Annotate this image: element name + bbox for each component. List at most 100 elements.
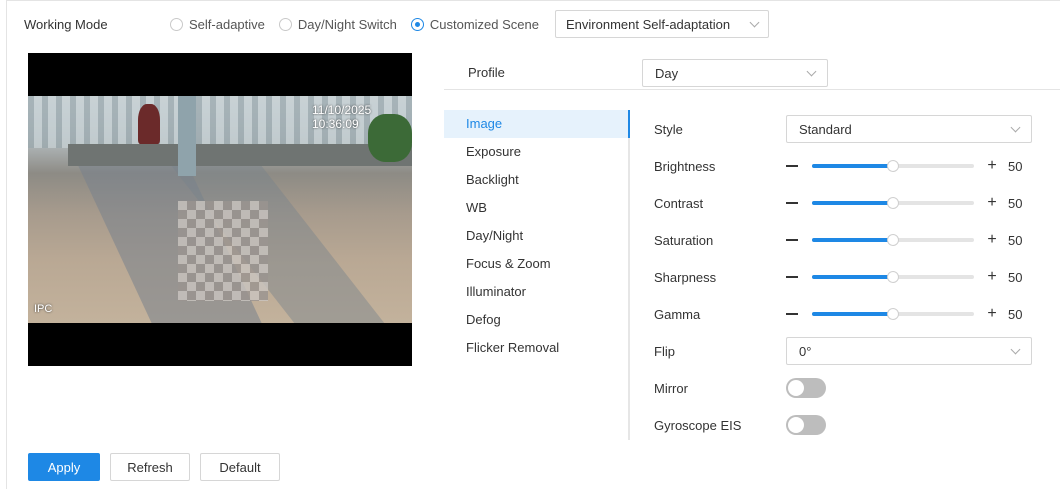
- saturation-value: 50: [1008, 232, 1023, 248]
- gamma-slider-track[interactable]: [812, 308, 974, 320]
- saturation-slider-track[interactable]: [812, 234, 974, 246]
- mirror-row: Mirror: [654, 374, 826, 402]
- gamma-slider-handle[interactable]: [887, 308, 899, 320]
- minus-icon[interactable]: [786, 276, 798, 278]
- radio-self-adaptive-label: Self-adaptive: [189, 16, 265, 32]
- osd-timestamp: 11/10/2025 10:36:09: [312, 103, 372, 131]
- profile-label: Profile: [468, 65, 505, 80]
- gamma-label: Gamma: [654, 306, 701, 322]
- radio-day-night-switch-label: Day/Night Switch: [297, 16, 397, 32]
- sharpness-slider-handle[interactable]: [887, 271, 899, 283]
- menu-item-wb[interactable]: WB: [444, 194, 628, 222]
- video-tree: [138, 104, 160, 144]
- apply-button[interactable]: Apply: [28, 453, 100, 481]
- gamma-slider-fill: [812, 312, 893, 316]
- contrast-row: Contrast + 50: [654, 189, 1022, 217]
- contrast-slider-track[interactable]: [812, 197, 974, 209]
- menu-item-backlight[interactable]: Backlight: [444, 166, 628, 194]
- gyroscope-eis-label: Gyroscope EIS: [654, 417, 742, 433]
- flip-select[interactable]: 0°: [786, 337, 1032, 365]
- saturation-row: Saturation + 50: [654, 226, 1022, 254]
- brightness-slider-handle[interactable]: [887, 160, 899, 172]
- radio-self-adaptive[interactable]: Self-adaptive: [170, 17, 265, 32]
- style-label: Style: [654, 121, 683, 137]
- brightness-slider: + 50: [786, 158, 1023, 174]
- sharpness-slider-track[interactable]: [812, 271, 974, 283]
- chevron-down-icon: [1010, 122, 1021, 132]
- radio-checked-icon: [410, 17, 424, 31]
- sharpness-row: Sharpness + 50: [654, 263, 1022, 291]
- flip-select-value: 0°: [799, 343, 812, 359]
- contrast-value: 50: [1008, 195, 1023, 211]
- style-select-value: Standard: [799, 121, 852, 137]
- brightness-label: Brightness: [654, 158, 716, 174]
- working-mode-row: Working Mode Self-adaptive Day/Night Swi…: [24, 10, 769, 38]
- chevron-down-icon: [749, 17, 760, 27]
- chevron-down-icon: [806, 66, 817, 76]
- video-road: [68, 144, 412, 166]
- video-pole: [178, 96, 196, 176]
- menu-item-day-night[interactable]: Day/Night: [444, 222, 628, 250]
- menu-item-exposure[interactable]: Exposure: [444, 138, 628, 166]
- menu-item-focus-zoom[interactable]: Focus & Zoom: [444, 250, 628, 278]
- minus-icon[interactable]: [786, 165, 798, 167]
- profile-row: Profile Day: [444, 56, 1060, 90]
- plus-icon[interactable]: +: [986, 269, 998, 285]
- settings-menu: Image Exposure Backlight WB Day/Night Fo…: [444, 110, 630, 440]
- radio-circle-icon: [170, 17, 183, 31]
- video-privacy-mosaic: [178, 201, 268, 301]
- gamma-slider: + 50: [786, 306, 1023, 322]
- sharpness-slider-fill: [812, 275, 893, 279]
- menu-item-defog[interactable]: Defog: [444, 306, 628, 334]
- minus-icon[interactable]: [786, 313, 798, 315]
- brightness-slider-track[interactable]: [812, 160, 974, 172]
- gyroscope-eis-row: Gyroscope EIS: [654, 411, 826, 439]
- menu-item-flicker-removal[interactable]: Flicker Removal: [444, 334, 628, 362]
- mirror-label: Mirror: [654, 380, 688, 396]
- default-button[interactable]: Default: [200, 453, 280, 481]
- gamma-value: 50: [1008, 306, 1023, 322]
- contrast-slider-handle[interactable]: [887, 197, 899, 209]
- profile-select[interactable]: Day: [642, 59, 828, 87]
- saturation-slider: + 50: [786, 232, 1023, 248]
- profile-select-value: Day: [655, 65, 679, 81]
- radio-customized-scene-label: Customized Scene: [429, 16, 539, 32]
- style-select[interactable]: Standard: [786, 115, 1032, 143]
- gamma-row: Gamma + 50: [654, 300, 1022, 328]
- scene-select[interactable]: Environment Self-adaptation: [555, 10, 769, 38]
- menu-item-illuminator[interactable]: Illuminator: [444, 278, 628, 306]
- scene-select-value: Environment Self-adaptation: [566, 16, 731, 32]
- saturation-slider-handle[interactable]: [887, 234, 899, 246]
- minus-icon[interactable]: [786, 239, 798, 241]
- working-mode-label: Working Mode: [24, 16, 108, 32]
- sharpness-label: Sharpness: [654, 269, 717, 285]
- osd-channel-name: IPC: [34, 303, 53, 315]
- flip-label: Flip: [654, 343, 675, 359]
- plus-icon[interactable]: +: [986, 232, 998, 248]
- plus-icon[interactable]: +: [986, 158, 998, 174]
- flip-row: Flip 0°: [654, 337, 1032, 365]
- sharpness-slider: + 50: [786, 269, 1023, 285]
- menu-item-image[interactable]: Image: [444, 110, 630, 138]
- contrast-slider: + 50: [786, 195, 1023, 211]
- saturation-slider-fill: [812, 238, 893, 242]
- radio-circle-icon: [278, 17, 292, 31]
- brightness-value: 50: [1008, 158, 1023, 174]
- mirror-toggle[interactable]: [786, 378, 826, 398]
- brightness-slider-fill: [812, 164, 893, 168]
- contrast-slider-fill: [812, 201, 893, 205]
- live-video-preview: 11/10/2025 10:36:09 IPC: [28, 53, 412, 366]
- radio-customized-scene[interactable]: Customized Scene: [410, 16, 539, 32]
- plus-icon[interactable]: +: [986, 195, 998, 211]
- radio-day-night-switch[interactable]: Day/Night Switch: [278, 16, 397, 32]
- saturation-label: Saturation: [654, 232, 714, 248]
- contrast-label: Contrast: [654, 195, 704, 211]
- chevron-down-icon: [1010, 344, 1021, 354]
- sharpness-value: 50: [1008, 269, 1023, 285]
- minus-icon[interactable]: [786, 202, 798, 204]
- style-row: Style Standard: [654, 115, 1032, 143]
- refresh-button[interactable]: Refresh: [110, 453, 190, 481]
- gyroscope-eis-toggle[interactable]: [786, 415, 826, 435]
- brightness-row: Brightness + 50: [654, 152, 1022, 180]
- plus-icon[interactable]: +: [986, 306, 998, 322]
